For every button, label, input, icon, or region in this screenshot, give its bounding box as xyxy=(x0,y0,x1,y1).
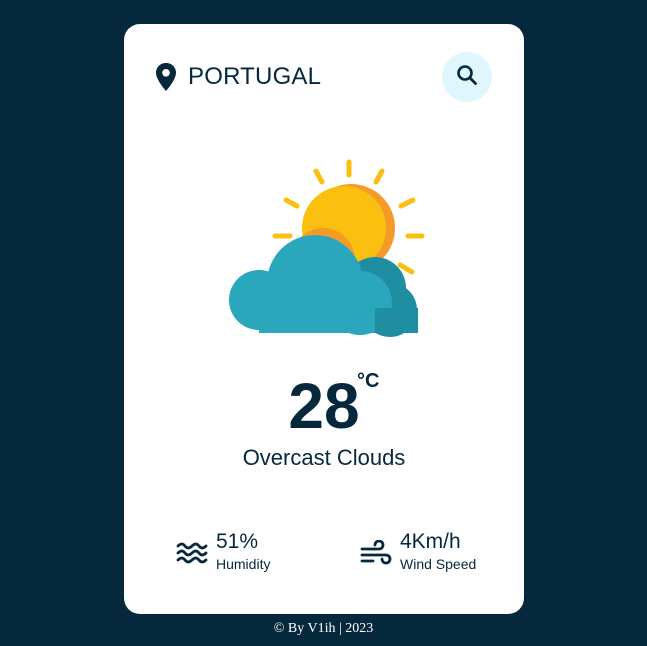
temperature-value: 28 xyxy=(288,370,360,442)
map-pin-icon xyxy=(154,62,178,92)
wind-label: Wind Speed xyxy=(400,556,477,572)
search-icon xyxy=(455,63,479,92)
wind-value: 4Km/h xyxy=(400,530,461,553)
weather-illustration xyxy=(220,158,430,338)
sun-behind-cloud-icon xyxy=(229,159,425,337)
wind-icon xyxy=(360,539,392,568)
water-waves-icon xyxy=(176,540,208,568)
search-button[interactable] xyxy=(442,52,492,102)
humidity-value: 51% xyxy=(216,530,259,553)
wind-stat: 4Km/h Wind Speed xyxy=(360,530,510,574)
footer-credit: © By V1ih | 2023 xyxy=(273,621,374,636)
location-label: PORTUGAL xyxy=(188,63,322,90)
temperature-unit: °C xyxy=(357,370,380,392)
humidity-label: Humidity xyxy=(216,556,271,572)
humidity-stat: 51% Humidity xyxy=(176,530,306,574)
weather-card: PORTUGAL 28 °C Overcast Clouds 51% Humid… xyxy=(124,24,524,614)
weather-description: Overcast Clouds xyxy=(242,445,406,470)
